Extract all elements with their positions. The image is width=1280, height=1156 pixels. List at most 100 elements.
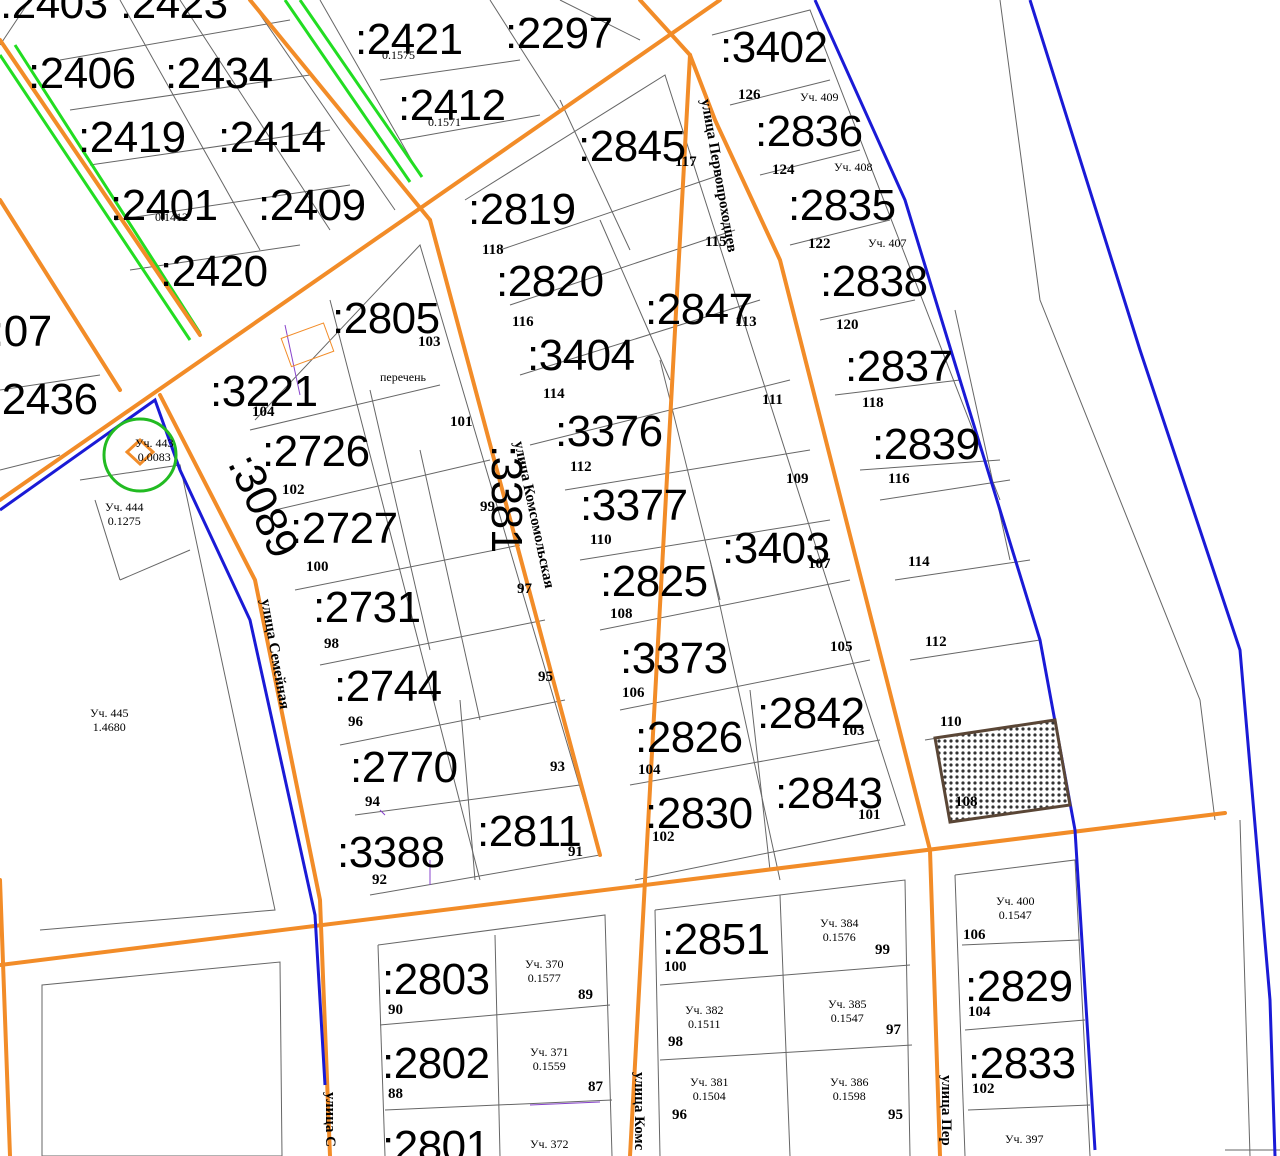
house-number: 103 [418, 334, 441, 350]
house-number: 106 [963, 927, 986, 943]
house-number: 96 [348, 714, 363, 730]
house-number: 116 [888, 471, 910, 487]
house-number: 117 [675, 154, 697, 170]
cad-label: :2811 [477, 807, 582, 856]
street-label: улица Комс [631, 1072, 647, 1151]
cad-label: :3373 [620, 634, 728, 683]
house-number: 91 [568, 844, 583, 860]
house-number: 114 [543, 386, 565, 402]
house-number: 97 [886, 1022, 901, 1038]
house-number: 99 [480, 499, 495, 515]
plot-label: Уч. 397 [1005, 1132, 1044, 1146]
house-number: 87 [588, 1079, 603, 1095]
cad-label: :2803 [382, 955, 490, 1004]
house-number: 89 [578, 987, 593, 1003]
plot-label: перечень [380, 370, 427, 384]
house-number: 108 [610, 606, 633, 622]
house-number: 106 [622, 685, 645, 701]
cad-label: :2434 [165, 49, 273, 98]
plot-label: Уч. 407 [868, 236, 907, 250]
cad-label: :2420 [160, 247, 268, 296]
cad-label: :2409 [258, 181, 366, 230]
house-number: 95 [888, 1107, 903, 1123]
cad-label: :3388 [337, 828, 445, 877]
house-number: 116 [512, 314, 534, 330]
house-number: 101 [858, 807, 881, 823]
plot-label: Уч. 409 [800, 90, 839, 104]
street-label: улица Пер [938, 1075, 954, 1146]
plot-label: Уч. 443 0.0083 [135, 436, 174, 465]
cad-label: :2731 [313, 583, 421, 632]
cad-label: :2820 [496, 257, 604, 306]
plot-label: Уч. 386 0.1598 [830, 1075, 869, 1104]
cad-label: :2825 [600, 557, 708, 606]
plot-label: 0.1571 [428, 115, 461, 129]
cad-label: :2802 [382, 1039, 490, 1088]
cad-label: :2770 [350, 743, 458, 792]
house-number: 96 [672, 1107, 687, 1123]
cad-label: :2826 [635, 713, 743, 762]
plot-label: Уч. 384 0.1576 [820, 916, 859, 945]
cad-label: :3404 [527, 331, 635, 380]
house-number: 95 [538, 669, 553, 685]
cad-label: :3376 [555, 407, 663, 456]
house-number: 98 [668, 1034, 683, 1050]
cad-label: :2851 [662, 915, 770, 964]
cad-label: :3377 [580, 481, 688, 530]
house-number: 107 [808, 556, 831, 572]
house-number: 108 [955, 794, 978, 810]
plot-label: Уч. 445 1.4680 [90, 706, 129, 735]
cad-label: :2838 [820, 257, 928, 306]
cad-label: :2836 [755, 107, 863, 156]
cadastral-map[interactable]: :2403 :2423 :2406 :2434 :2419 :2414 :240… [0, 0, 1280, 1156]
plot-label: Уч. 370 0.1577 [525, 957, 564, 986]
house-number: 104 [252, 404, 275, 420]
house-number: 110 [940, 714, 962, 730]
house-number: 99 [875, 942, 890, 958]
cad-label: :2835 [788, 181, 896, 230]
house-number: 118 [482, 242, 504, 258]
house-number: 102 [282, 482, 305, 498]
cad-label: :2403 [0, 0, 108, 28]
plot-label: 0.1575 [382, 48, 415, 62]
cad-label: :2414 [218, 113, 326, 162]
house-number: 102 [652, 829, 675, 845]
cad-label: :07 [0, 307, 52, 356]
house-number: 124 [772, 162, 795, 178]
house-number: 110 [590, 532, 612, 548]
house-number: 93 [550, 759, 565, 775]
cad-label: :2833 [968, 1039, 1076, 1088]
cad-label: :2819 [468, 185, 576, 234]
cad-label: :2406 [28, 49, 136, 98]
house-number: 104 [968, 1004, 991, 1020]
plot-label: Уч. 382 0.1511 [685, 1003, 724, 1032]
plot-label: Уч. 385 0.1547 [828, 997, 867, 1026]
house-number: 115 [705, 234, 727, 250]
house-number: 92 [372, 872, 387, 888]
house-number: 118 [862, 395, 884, 411]
cad-label: :2726 [262, 427, 370, 476]
house-number: 120 [836, 317, 859, 333]
house-number: 102 [972, 1081, 995, 1097]
cad-label: :2839 [872, 420, 980, 469]
plot-label: Уч. 371 0.1559 [530, 1045, 569, 1074]
house-number: 94 [365, 794, 380, 810]
plot-label: Уч. 372 [530, 1137, 569, 1151]
street-label: улица С [322, 1092, 338, 1147]
house-number: 90 [388, 1002, 403, 1018]
house-number: 104 [638, 762, 661, 778]
plot-label: Уч. 444 0.1275 [105, 500, 144, 529]
house-number: 122 [808, 236, 831, 252]
cad-label: :2801 [382, 1122, 490, 1156]
cad-label: :2837 [845, 342, 953, 391]
house-number: 98 [324, 636, 339, 652]
house-number: 103 [842, 723, 865, 739]
cad-label: :3402 [720, 23, 828, 72]
cad-label: :2423 [120, 0, 228, 28]
cad-label: :2436 [0, 375, 98, 424]
cad-label: :2845 [578, 122, 686, 171]
plot-label: Уч. 400 0.1547 [996, 894, 1035, 923]
house-number: 113 [735, 314, 757, 330]
house-number: 112 [925, 634, 947, 650]
house-number: 88 [388, 1086, 403, 1102]
